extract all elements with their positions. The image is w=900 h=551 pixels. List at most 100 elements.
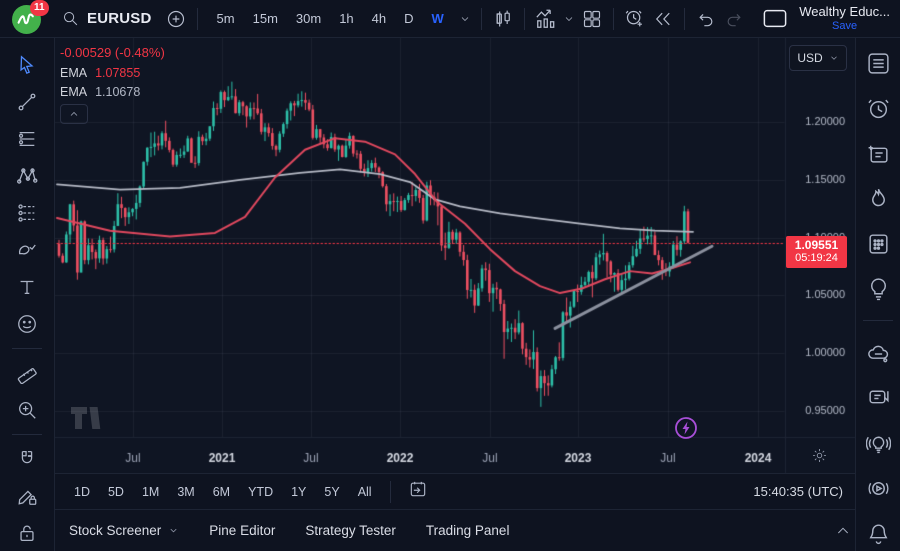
chats-icon[interactable]: [861, 385, 895, 411]
ema-slow-row[interactable]: EMA 1.10678: [60, 85, 165, 99]
timeframe-5m[interactable]: 5m: [211, 7, 241, 30]
magnet-mode-icon[interactable]: [10, 446, 44, 472]
symbol-name: EURUSD: [87, 10, 152, 27]
hotlists-flame-icon[interactable]: [861, 185, 895, 211]
toolbar-separator: [684, 8, 685, 30]
cursor-tool-icon[interactable]: [10, 52, 44, 78]
bar-replay-icon[interactable]: [649, 5, 677, 33]
timeframe-15m[interactable]: 15m: [247, 7, 284, 30]
range-3m[interactable]: 3M: [170, 481, 201, 503]
live-broadcast-icon[interactable]: [861, 475, 895, 501]
range-1d[interactable]: 1D: [67, 481, 97, 503]
account-area: Wealthy Educ... Save: [761, 5, 890, 33]
trend-line-tool-icon[interactable]: [10, 89, 44, 115]
price-change-text: -0.00529 (-0.48%): [60, 45, 165, 60]
ema-fast-label: EMA: [60, 66, 87, 80]
range-5d[interactable]: 5D: [101, 481, 131, 503]
account-menu-button[interactable]: 11: [0, 0, 52, 38]
timeframe-menu-chevron-icon[interactable]: [456, 5, 474, 33]
bottom-range-toolbar: 1D 5D 1M 3M 6M YTD 1Y 5Y All 15:40:35 (U…: [55, 473, 855, 509]
watchlist-icon[interactable]: [861, 50, 895, 76]
go-to-date-icon[interactable]: [408, 479, 428, 504]
ema-slow-label: EMA: [60, 85, 87, 99]
panel-expand-chevron-icon[interactable]: [835, 523, 851, 539]
notification-count-badge: 11: [30, 0, 49, 16]
range-5y[interactable]: 5Y: [317, 481, 346, 503]
zoom-in-icon[interactable]: [10, 397, 44, 423]
last-price-tag: 1.09551 05:19:24: [786, 236, 847, 268]
streams-bulb-waves-icon[interactable]: [861, 430, 895, 456]
save-layout-button[interactable]: Save: [832, 20, 857, 32]
range-6m[interactable]: 6M: [206, 481, 237, 503]
top-toolbar: 11 EURUSD 5m 15m 30m 1h 4h D W: [0, 0, 900, 38]
lock-all-drawings-icon[interactable]: [10, 520, 44, 546]
ema-fast-row[interactable]: EMA 1.07855: [60, 66, 165, 80]
range-all[interactable]: All: [351, 481, 379, 503]
app-window: 11 EURUSD 5m 15m 30m 1h 4h D W: [0, 0, 900, 551]
tab-stock-screener[interactable]: Stock Screener: [69, 523, 179, 538]
brush-tool-icon[interactable]: [10, 237, 44, 263]
tab-trading-panel[interactable]: Trading Panel: [426, 523, 510, 538]
emoji-tool-icon[interactable]: [10, 311, 44, 337]
alert-create-icon[interactable]: [621, 5, 649, 33]
notifications-bell-icon[interactable]: [861, 520, 895, 546]
toolbar-separator: [197, 8, 198, 30]
timeframe-1h[interactable]: 1h: [333, 7, 359, 30]
toolbar-separator: [524, 8, 525, 30]
economic-event-marker-icon[interactable]: [674, 416, 698, 440]
currency-label: USD: [797, 51, 822, 65]
toolbar-separator: [390, 481, 391, 503]
symbol-search-button[interactable]: EURUSD: [60, 5, 152, 33]
timeframe-30m[interactable]: 30m: [290, 7, 327, 30]
measure-ruler-icon[interactable]: [10, 360, 44, 386]
toolbar-divider: [12, 348, 42, 349]
indicators-menu-chevron-icon[interactable]: [560, 5, 578, 33]
minds-cloud-icon[interactable]: [861, 340, 895, 366]
snapshot-rectangle-icon[interactable]: [761, 5, 789, 33]
redo-icon[interactable]: [720, 5, 748, 33]
alerts-clock-icon[interactable]: [861, 95, 895, 121]
notes-icon[interactable]: [861, 140, 895, 166]
range-1m[interactable]: 1M: [135, 481, 166, 503]
toolbar-separator: [481, 8, 482, 30]
undo-icon[interactable]: [692, 5, 720, 33]
ideas-lightbulb-icon[interactable]: [861, 275, 895, 301]
right-sidebar: [855, 38, 900, 551]
fib-retracement-tool-icon[interactable]: [10, 126, 44, 152]
tab-strategy-tester[interactable]: Strategy Tester: [305, 523, 396, 538]
layout-name[interactable]: Wealthy Educ...: [799, 5, 890, 19]
compare-add-symbol-button[interactable]: [162, 5, 190, 33]
forecast-tool-icon[interactable]: [10, 200, 44, 226]
toolbar-divider: [863, 320, 893, 321]
utc-clock[interactable]: 15:40:35 (UTC): [753, 484, 843, 499]
bar-countdown: 05:19:24: [786, 252, 847, 265]
tab-pine-editor[interactable]: Pine Editor: [209, 523, 275, 538]
drawing-toolbar: [0, 38, 55, 551]
last-price-value: 1.09551: [786, 238, 847, 252]
indicators-button[interactable]: [532, 5, 560, 33]
price-scale-settings-gear-icon[interactable]: [811, 447, 829, 465]
ema-fast-value: 1.07855: [95, 66, 140, 80]
currency-selector[interactable]: USD: [789, 45, 847, 71]
timeframe-1w-active[interactable]: W: [426, 7, 450, 30]
bottom-panel-tabs: Stock Screener Pine Editor Strategy Test…: [55, 509, 900, 551]
search-icon: [60, 5, 80, 33]
timeframe-4h[interactable]: 4h: [366, 7, 392, 30]
ema-slow-value: 1.10678: [95, 85, 140, 99]
drawing-sync-lock-icon[interactable]: [10, 483, 44, 509]
toolbar-divider: [12, 434, 42, 435]
legend-collapse-button[interactable]: [60, 104, 88, 124]
chevron-down-icon: [168, 525, 179, 536]
tradingview-watermark-icon: [70, 403, 104, 436]
xabcd-pattern-tool-icon[interactable]: [10, 163, 44, 189]
text-tool-icon[interactable]: [10, 274, 44, 300]
range-ytd[interactable]: YTD: [241, 481, 280, 503]
layout-grid-button[interactable]: [578, 5, 606, 33]
range-1y[interactable]: 1Y: [284, 481, 313, 503]
toolbar-separator: [613, 8, 614, 30]
chart-legend: -0.00529 (-0.48%) EMA 1.07855 EMA 1.1067…: [60, 45, 165, 124]
timeframe-group: 5m 15m 30m 1h 4h D W: [211, 5, 474, 33]
timeframe-1d[interactable]: D: [398, 7, 419, 30]
chart-style-candles-button[interactable]: [489, 5, 517, 33]
calendar-icon[interactable]: [861, 230, 895, 256]
